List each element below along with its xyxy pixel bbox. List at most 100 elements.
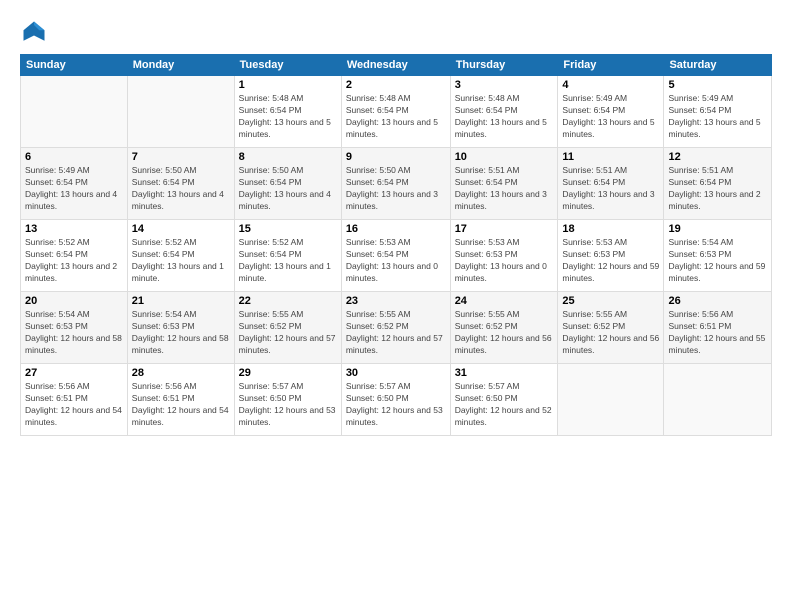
weekday-thursday: Thursday: [450, 55, 558, 76]
table-row: [664, 364, 772, 436]
table-row: 23 Sunrise: 5:55 AM Sunset: 6:52 PM Dayli…: [341, 292, 450, 364]
calendar-week-row: 6 Sunrise: 5:49 AM Sunset: 6:54 PM Daylig…: [21, 148, 772, 220]
table-row: 24Sunrise: 5:55 AM Sunset: 6:52 PM Dayli…: [450, 292, 558, 364]
day-info: Sunrise: 5:48 AM Sunset: 6:54 PM Dayligh…: [239, 93, 337, 141]
day-info: Sunrise: 5:51 AM Sunset: 6:54 PM Dayligh…: [562, 165, 659, 213]
day-info: Sunrise: 5:57 AM Sunset: 6:50 PM Dayligh…: [346, 381, 446, 429]
page: SundayMondayTuesdayWednesdayThursdayFrid…: [0, 0, 792, 612]
table-row: 6 Sunrise: 5:49 AM Sunset: 6:54 PM Daylig…: [21, 148, 128, 220]
day-info: Sunrise: 5:51 AM Sunset: 6:54 PM Dayligh…: [668, 165, 767, 213]
day-number: 10: [455, 151, 554, 163]
table-row: 27 Sunrise: 5:56 AM Sunset: 6:51 PM Dayli…: [21, 364, 128, 436]
day-number: 28: [132, 367, 230, 379]
table-row: 15Sunrise: 5:52 AM Sunset: 6:54 PM Dayli…: [234, 220, 341, 292]
table-row: 10 Sunrise: 5:51 AM Sunset: 6:54 PM Dayli…: [450, 148, 558, 220]
day-info: Sunrise: 5:53 AM Sunset: 6:54 PM Dayligh…: [346, 237, 446, 285]
table-row: 2 Sunrise: 5:48 AM Sunset: 6:54 PM Daylig…: [341, 76, 450, 148]
day-number: 13: [25, 223, 123, 235]
day-info: Sunrise: 5:56 AM Sunset: 6:51 PM Dayligh…: [132, 381, 230, 429]
day-number: 20: [25, 295, 123, 307]
day-number: 8: [239, 151, 337, 163]
day-number: 5: [668, 79, 767, 91]
table-row: 7 Sunrise: 5:50 AM Sunset: 6:54 PM Daylig…: [127, 148, 234, 220]
day-number: 18: [562, 223, 659, 235]
table-row: 1 Sunrise: 5:48 AM Sunset: 6:54 PM Daylig…: [234, 76, 341, 148]
weekday-monday: Monday: [127, 55, 234, 76]
table-row: 25 Sunrise: 5:55 AM Sunset: 6:52 PM Dayli…: [558, 292, 664, 364]
day-info: Sunrise: 5:55 AM Sunset: 6:52 PM Dayligh…: [239, 309, 337, 357]
table-row: 22 Sunrise: 5:55 AM Sunset: 6:52 PM Dayli…: [234, 292, 341, 364]
table-row: 31 Sunrise: 5:57 AM Sunset: 6:50 PM Dayli…: [450, 364, 558, 436]
day-number: 2: [346, 79, 446, 91]
day-info: Sunrise: 5:50 AM Sunset: 6:54 PM Dayligh…: [132, 165, 230, 213]
weekday-friday: Friday: [558, 55, 664, 76]
day-info: Sunrise: 5:52 AM Sunset: 6:54 PM Dayligh…: [132, 237, 230, 285]
day-info: Sunrise: 5:54 AM Sunset: 6:53 PM Dayligh…: [668, 237, 767, 285]
table-row: 5 Sunrise: 5:49 AM Sunset: 6:54 PM Daylig…: [664, 76, 772, 148]
table-row: 20 Sunrise: 5:54 AM Sunset: 6:53 PM Dayli…: [21, 292, 128, 364]
day-info: Sunrise: 5:51 AM Sunset: 6:54 PM Dayligh…: [455, 165, 554, 213]
table-row: 30 Sunrise: 5:57 AM Sunset: 6:50 PM Dayli…: [341, 364, 450, 436]
calendar-week-row: 20 Sunrise: 5:54 AM Sunset: 6:53 PM Dayli…: [21, 292, 772, 364]
table-row: 18Sunrise: 5:53 AM Sunset: 6:53 PM Dayli…: [558, 220, 664, 292]
day-info: Sunrise: 5:55 AM Sunset: 6:52 PM Dayligh…: [346, 309, 446, 357]
day-info: Sunrise: 5:52 AM Sunset: 6:54 PM Dayligh…: [25, 237, 123, 285]
day-number: 15: [239, 223, 337, 235]
table-row: 28 Sunrise: 5:56 AM Sunset: 6:51 PM Dayli…: [127, 364, 234, 436]
day-info: Sunrise: 5:57 AM Sunset: 6:50 PM Dayligh…: [455, 381, 554, 429]
table-row: 8 Sunrise: 5:50 AM Sunset: 6:54 PM Daylig…: [234, 148, 341, 220]
table-row: 11 Sunrise: 5:51 AM Sunset: 6:54 PM Dayli…: [558, 148, 664, 220]
weekday-tuesday: Tuesday: [234, 55, 341, 76]
table-row: [558, 364, 664, 436]
weekday-sunday: Sunday: [21, 55, 128, 76]
day-number: 11: [562, 151, 659, 163]
day-info: Sunrise: 5:56 AM Sunset: 6:51 PM Dayligh…: [25, 381, 123, 429]
calendar-table: SundayMondayTuesdayWednesdayThursdayFrid…: [20, 54, 772, 436]
table-row: 4 Sunrise: 5:49 AM Sunset: 6:54 PM Daylig…: [558, 76, 664, 148]
table-row: 26Sunrise: 5:56 AM Sunset: 6:51 PM Dayli…: [664, 292, 772, 364]
day-info: Sunrise: 5:57 AM Sunset: 6:50 PM Dayligh…: [239, 381, 337, 429]
day-info: Sunrise: 5:49 AM Sunset: 6:54 PM Dayligh…: [562, 93, 659, 141]
day-info: Sunrise: 5:55 AM Sunset: 6:52 PM Dayligh…: [562, 309, 659, 357]
table-row: 29Sunrise: 5:57 AM Sunset: 6:50 PM Dayli…: [234, 364, 341, 436]
day-info: Sunrise: 5:49 AM Sunset: 6:54 PM Dayligh…: [25, 165, 123, 213]
day-number: 21: [132, 295, 230, 307]
day-number: 3: [455, 79, 554, 91]
day-number: 31: [455, 367, 554, 379]
logo: [20, 18, 52, 46]
day-number: 6: [25, 151, 123, 163]
day-number: 14: [132, 223, 230, 235]
table-row: 16 Sunrise: 5:53 AM Sunset: 6:54 PM Dayli…: [341, 220, 450, 292]
calendar-week-row: 1 Sunrise: 5:48 AM Sunset: 6:54 PM Daylig…: [21, 76, 772, 148]
day-number: 30: [346, 367, 446, 379]
logo-icon: [20, 18, 48, 46]
day-number: 7: [132, 151, 230, 163]
table-row: [127, 76, 234, 148]
day-number: 4: [562, 79, 659, 91]
table-row: 17Sunrise: 5:53 AM Sunset: 6:53 PM Dayli…: [450, 220, 558, 292]
day-number: 23: [346, 295, 446, 307]
day-info: Sunrise: 5:53 AM Sunset: 6:53 PM Dayligh…: [455, 237, 554, 285]
weekday-saturday: Saturday: [664, 55, 772, 76]
table-row: 3 Sunrise: 5:48 AM Sunset: 6:54 PM Daylig…: [450, 76, 558, 148]
calendar-week-row: 27 Sunrise: 5:56 AM Sunset: 6:51 PM Dayli…: [21, 364, 772, 436]
day-number: 27: [25, 367, 123, 379]
day-info: Sunrise: 5:54 AM Sunset: 6:53 PM Dayligh…: [25, 309, 123, 357]
day-number: 9: [346, 151, 446, 163]
day-info: Sunrise: 5:48 AM Sunset: 6:54 PM Dayligh…: [346, 93, 446, 141]
day-info: Sunrise: 5:50 AM Sunset: 6:54 PM Dayligh…: [239, 165, 337, 213]
day-info: Sunrise: 5:50 AM Sunset: 6:54 PM Dayligh…: [346, 165, 446, 213]
table-row: 21Sunrise: 5:54 AM Sunset: 6:53 PM Dayli…: [127, 292, 234, 364]
day-number: 22: [239, 295, 337, 307]
day-number: 16: [346, 223, 446, 235]
day-info: Sunrise: 5:48 AM Sunset: 6:54 PM Dayligh…: [455, 93, 554, 141]
day-number: 1: [239, 79, 337, 91]
day-number: 19: [668, 223, 767, 235]
table-row: 9 Sunrise: 5:50 AM Sunset: 6:54 PM Daylig…: [341, 148, 450, 220]
day-info: Sunrise: 5:55 AM Sunset: 6:52 PM Dayligh…: [455, 309, 554, 357]
table-row: 13 Sunrise: 5:52 AM Sunset: 6:54 PM Dayli…: [21, 220, 128, 292]
weekday-wednesday: Wednesday: [341, 55, 450, 76]
day-info: Sunrise: 5:49 AM Sunset: 6:54 PM Dayligh…: [668, 93, 767, 141]
day-number: 12: [668, 151, 767, 163]
day-number: 25: [562, 295, 659, 307]
